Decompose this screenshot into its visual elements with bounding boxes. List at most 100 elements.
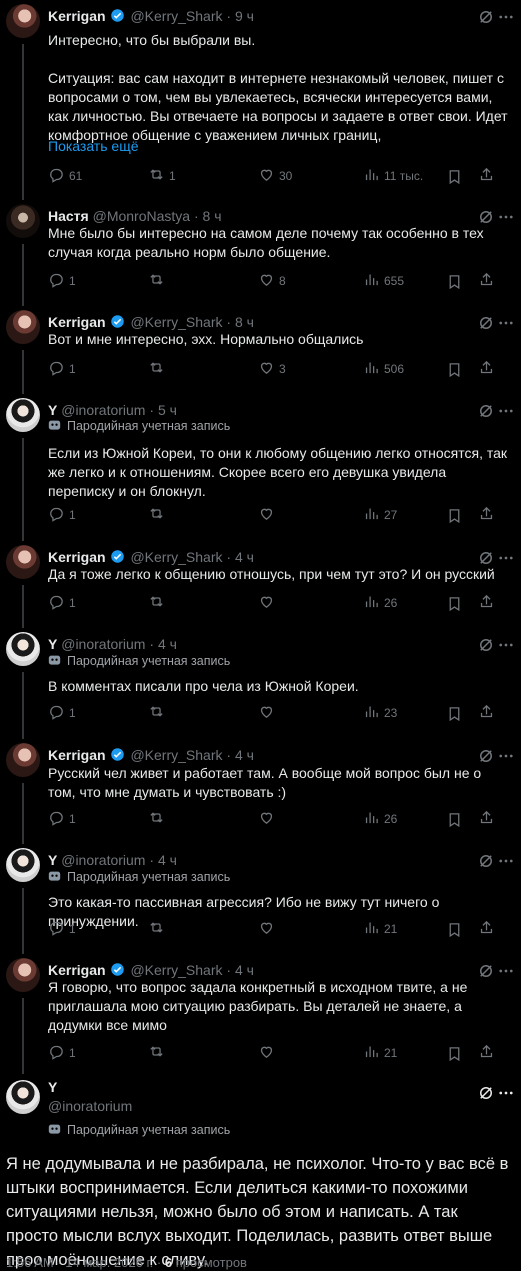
tweet-time[interactable]: 8 ч (235, 314, 254, 330)
avatar[interactable] (6, 4, 40, 38)
more-options-icon[interactable] (497, 1084, 515, 1102)
share-button[interactable] (478, 703, 495, 723)
tweet-time[interactable]: 5 ч (158, 402, 177, 418)
bookmark-button[interactable] (446, 809, 463, 829)
tweet-time[interactable]: 4 ч (158, 852, 177, 868)
reply-button[interactable]: 1 (48, 703, 76, 723)
tweet-time[interactable]: 1:56 AM (6, 1255, 54, 1270)
like-button[interactable]: 30 (258, 166, 292, 186)
grok-icon[interactable] (477, 747, 495, 765)
author-handle[interactable]: @Kerry_Shark (130, 549, 222, 565)
like-button[interactable] (258, 505, 279, 525)
bookmark-button[interactable] (446, 505, 463, 525)
reply-button[interactable]: 1 (48, 809, 76, 829)
author-handle[interactable]: @Kerry_Shark (130, 314, 222, 330)
bookmark-button[interactable] (446, 359, 463, 379)
grok-icon[interactable] (477, 1084, 495, 1102)
author-handle[interactable]: @Kerry_Shark (130, 962, 222, 978)
avatar[interactable] (6, 1080, 40, 1114)
views-button[interactable]: 506 (363, 359, 404, 379)
views-button[interactable]: 21 (363, 1043, 397, 1063)
avatar[interactable] (6, 743, 40, 777)
repost-button[interactable] (148, 359, 169, 379)
tweet-date[interactable]: 14 мар. 2026 г. (65, 1255, 153, 1270)
avatar[interactable] (6, 848, 40, 882)
avatar[interactable] (6, 310, 40, 344)
reply-button[interactable]: 61 (48, 166, 82, 186)
reply-button[interactable]: 1 (48, 593, 76, 613)
repost-button[interactable] (148, 919, 169, 939)
tweet-time[interactable]: 4 ч (235, 962, 254, 978)
repost-button[interactable] (148, 809, 169, 829)
repost-button[interactable] (148, 505, 169, 525)
author-name[interactable]: Kerrigan (48, 747, 106, 763)
author-handle[interactable]: @inoratorium (61, 852, 145, 868)
views-button[interactable]: 11 тыс. (363, 166, 423, 186)
share-button[interactable] (478, 166, 495, 186)
repost-button[interactable] (148, 593, 169, 613)
views-button[interactable]: 23 (363, 703, 397, 723)
author-handle[interactable]: @inoratorium (61, 636, 145, 652)
views-button[interactable]: 26 (363, 809, 397, 829)
repost-button[interactable] (148, 703, 169, 723)
bookmark-button[interactable] (446, 1043, 463, 1063)
tweet-time[interactable]: 8 ч (203, 208, 222, 224)
avatar[interactable] (6, 958, 40, 992)
author-name[interactable]: Kerrigan (48, 549, 106, 565)
bookmark-button[interactable] (446, 919, 463, 939)
share-button[interactable] (478, 505, 495, 525)
bookmark-button[interactable] (446, 593, 463, 613)
tweet-time[interactable]: 4 ч (235, 747, 254, 763)
reply-button[interactable]: 1 (48, 505, 76, 525)
reply-button[interactable]: 1 (48, 1043, 76, 1063)
like-button[interactable] (258, 593, 279, 613)
author-name[interactable]: Настя (48, 208, 89, 224)
more-options-icon[interactable] (497, 402, 515, 420)
author-name[interactable]: Kerrigan (48, 962, 106, 978)
author-name[interactable]: Kerrigan (48, 8, 106, 24)
like-button[interactable] (258, 919, 279, 939)
like-button[interactable] (258, 703, 279, 723)
views-button[interactable]: 655 (363, 271, 404, 291)
author-handle[interactable]: @inoratorium (61, 402, 145, 418)
more-options-icon[interactable] (497, 747, 515, 765)
grok-icon[interactable] (477, 636, 495, 654)
author-handle[interactable]: @Kerry_Shark (130, 747, 222, 763)
repost-button[interactable] (148, 1043, 169, 1063)
reply-button[interactable]: 1 (48, 359, 76, 379)
more-options-icon[interactable] (497, 636, 515, 654)
tweet-time[interactable]: 9 ч (235, 8, 254, 24)
views-button[interactable]: 26 (363, 593, 397, 613)
like-button[interactable] (258, 809, 279, 829)
show-more-link[interactable]: Показать ещё (48, 137, 139, 155)
share-button[interactable] (478, 1043, 495, 1063)
like-button[interactable] (258, 1043, 279, 1063)
avatar[interactable] (6, 398, 40, 432)
share-button[interactable] (478, 593, 495, 613)
share-button[interactable] (478, 359, 495, 379)
share-button[interactable] (478, 809, 495, 829)
author-handle[interactable]: @inoratorium (48, 1098, 132, 1114)
repost-button[interactable] (148, 271, 169, 291)
more-options-icon[interactable] (497, 852, 515, 870)
repost-button[interactable]: 1 (148, 166, 176, 186)
author-name[interactable]: Y (48, 402, 57, 418)
grok-icon[interactable] (477, 852, 495, 870)
avatar[interactable] (6, 204, 40, 238)
tweet-time[interactable]: 4 ч (158, 636, 177, 652)
author-handle[interactable]: @MonroNastya (93, 208, 190, 224)
grok-icon[interactable] (477, 8, 495, 26)
grok-icon[interactable] (477, 402, 495, 420)
like-button[interactable]: 3 (258, 359, 286, 379)
like-button[interactable]: 8 (258, 271, 286, 291)
avatar[interactable] (6, 632, 40, 666)
views-button[interactable]: 27 (363, 505, 397, 525)
bookmark-button[interactable] (446, 271, 463, 291)
author-name[interactable]: Y (48, 636, 57, 652)
bookmark-button[interactable] (446, 703, 463, 723)
more-options-icon[interactable] (497, 8, 515, 26)
reply-button[interactable]: 1 (48, 271, 76, 291)
author-handle[interactable]: @Kerry_Shark (130, 8, 222, 24)
author-name[interactable]: Y (48, 852, 57, 868)
share-button[interactable] (478, 271, 495, 291)
